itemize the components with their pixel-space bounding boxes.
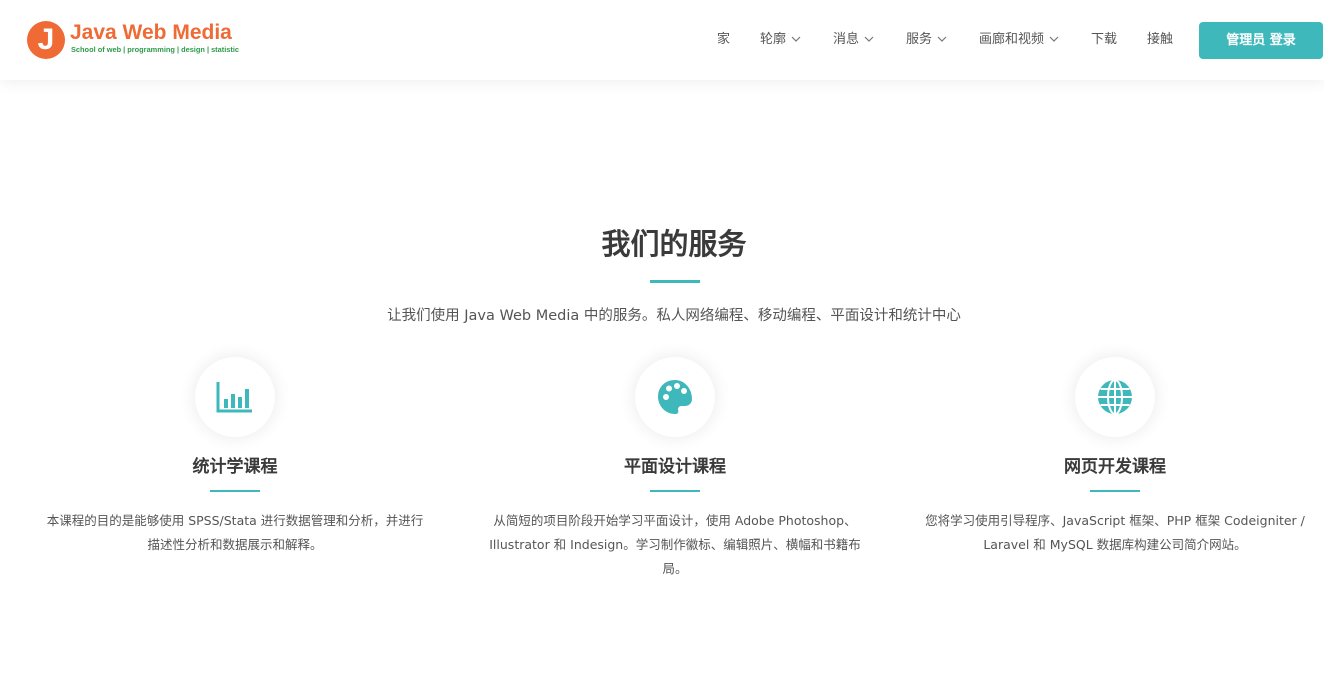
section-subtitle: 让我们使用 Java Web Media 中的服务。私人网络编程、移动编程、平面… xyxy=(387,308,961,324)
nav-item-contact[interactable]: 接触 xyxy=(1147,30,1173,50)
service-description: 从简短的项目阶段开始学习平面设计，使用 Adobe Photoshop、 Ill… xyxy=(455,509,895,581)
admin-login-button[interactable]: 管理员 登录 xyxy=(1199,22,1323,59)
service-card-graphic-design: 平面设计课程 从简短的项目阶段开始学习平面设计，使用 Adobe Photosh… xyxy=(455,357,895,597)
nav-item-profile[interactable]: 轮廓 xyxy=(760,30,802,50)
chevron-down-icon xyxy=(936,33,948,45)
service-card-web-development: 网页开发课程 您将学习使用引导程序、JavaScript 框架、PHP 框架 C… xyxy=(895,357,1324,597)
nav-item-label: 轮廓 xyxy=(760,32,787,47)
nav-item-label: 下载 xyxy=(1091,32,1118,47)
service-title: 网页开发课程 xyxy=(1064,457,1166,477)
service-card-statistics: 统计学课程 本课程的目的是能够使用 SPSS/Stata 进行数据管理和分析，并… xyxy=(15,357,455,597)
desc-line: 从简短的项目阶段开始学习平面设计，使用 Adobe Photoshop、 xyxy=(493,513,857,528)
chevron-down-icon xyxy=(1048,33,1060,45)
service-icon-circle xyxy=(635,357,715,437)
service-divider xyxy=(210,490,260,492)
logo-mark: J xyxy=(27,21,65,59)
nav-item-download[interactable]: 下载 xyxy=(1091,30,1117,50)
desc-line: 局。 xyxy=(662,561,688,576)
service-description: 您将学习使用引导程序、JavaScript 框架、PHP 框架 Codeigni… xyxy=(895,509,1324,557)
service-divider xyxy=(1090,490,1140,492)
desc-line: 描述性分析和数据展示和解释。 xyxy=(147,537,323,552)
nav-item-label: 家 xyxy=(717,32,731,47)
logo-tagline: School of web | programming | design | s… xyxy=(71,45,239,54)
palette-icon xyxy=(658,380,692,414)
desc-line: 本课程的目的是能够使用 SPSS/Stata 进行数据管理和分析，并进行 xyxy=(46,513,424,528)
service-icon-circle xyxy=(195,357,275,437)
site-header: J Java Web Media School of web | program… xyxy=(0,0,1324,80)
nav-item-gallery[interactable]: 画廊和视频 xyxy=(979,30,1060,50)
brand-logo[interactable]: J Java Web Media School of web | program… xyxy=(27,19,247,61)
nav-item-home[interactable]: 家 xyxy=(717,30,730,50)
nav-item-label: 消息 xyxy=(833,32,860,47)
nav-item-label: 画廊和视频 xyxy=(979,32,1045,47)
chevron-down-icon xyxy=(790,33,802,45)
nav-item-label: 接触 xyxy=(1147,32,1174,47)
nav-item-services[interactable]: 服务 xyxy=(906,30,948,50)
service-title: 统计学课程 xyxy=(192,457,278,477)
service-description: 本课程的目的是能够使用 SPSS/Stata 进行数据管理和分析，并进行 描述性… xyxy=(15,509,455,557)
desc-line: Illustrator 和 Indesign。学习制作徽标、编辑照片、横幅和书籍… xyxy=(489,537,861,552)
desc-line: 您将学习使用引导程序、JavaScript 框架、PHP 框架 Codeigni… xyxy=(925,513,1305,528)
nav-item-label: 服务 xyxy=(906,32,933,47)
section-divider xyxy=(650,280,700,283)
logo-title: Java Web Media xyxy=(70,21,232,44)
globe-icon xyxy=(1098,379,1132,415)
section-title: 我们的服务 xyxy=(601,227,747,261)
nav-item-news[interactable]: 消息 xyxy=(833,30,875,50)
bar-chart-icon xyxy=(216,382,252,413)
service-title: 平面设计课程 xyxy=(624,457,726,477)
desc-line: Laravel 和 MySQL 数据库构建公司简介网站。 xyxy=(983,537,1247,552)
chevron-down-icon xyxy=(863,33,875,45)
service-divider xyxy=(650,490,700,492)
service-icon-circle xyxy=(1075,357,1155,437)
